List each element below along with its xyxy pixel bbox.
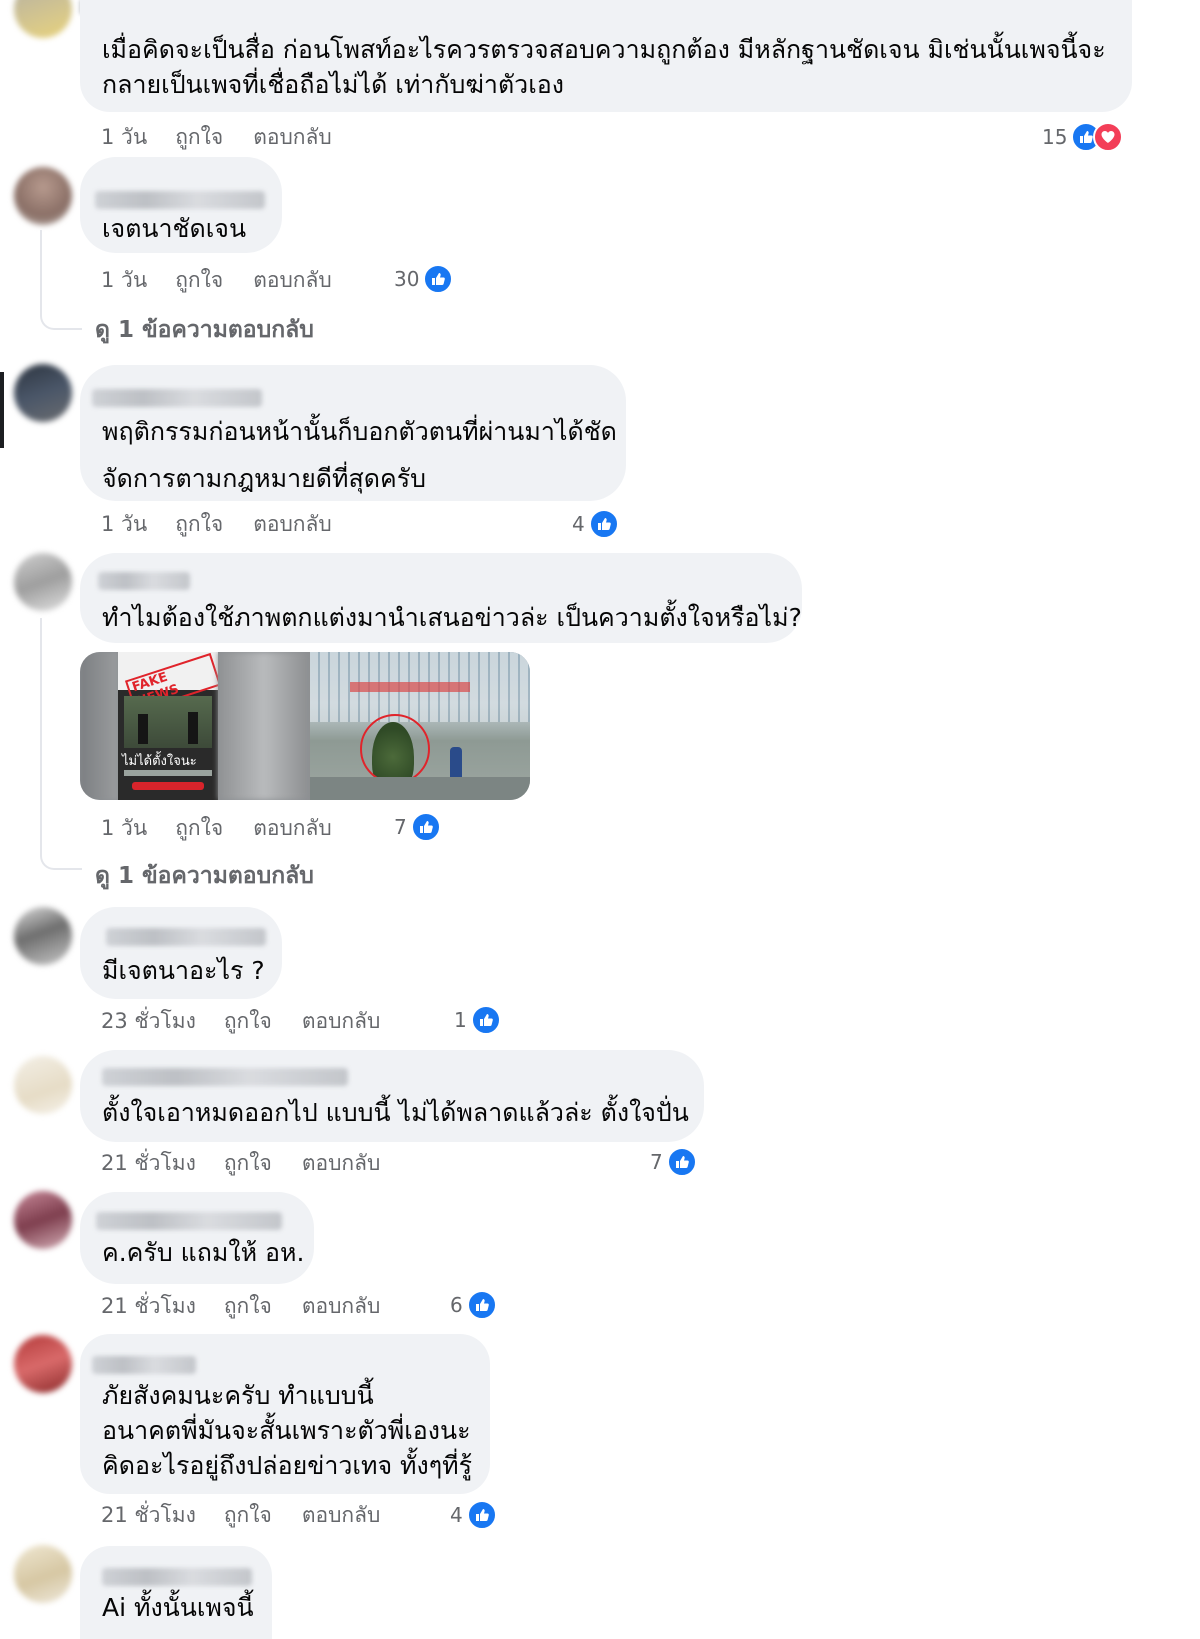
reaction-count: 7 <box>394 815 407 839</box>
like-button[interactable]: ถูกใจ <box>175 508 223 541</box>
blurred-author-name[interactable] <box>92 389 262 407</box>
comment-text: เมื่อคิดจะเป็นสื่อ ก่อนโพสท์อะไรควรตรวจส… <box>102 35 1106 99</box>
comment-text: ค.ครับ แถมให้ อห. <box>102 1238 305 1267</box>
blurred-author-name[interactable] <box>98 572 190 590</box>
avatar[interactable] <box>14 907 72 965</box>
poster-caption: ไม่ได้ตั้งใจนะ <box>122 754 197 769</box>
reply-button[interactable]: ตอบกลับ <box>302 1147 381 1180</box>
blurred-author-name[interactable] <box>95 191 265 209</box>
reaction-summary[interactable]: 7 <box>650 1147 697 1177</box>
reaction-summary[interactable]: 7 <box>394 812 441 842</box>
like-icon <box>470 1005 501 1035</box>
reply-button[interactable]: ตอบกลับ <box>302 1290 381 1323</box>
love-icon <box>1093 122 1124 152</box>
like-icon <box>410 812 441 842</box>
reaction-count: 6 <box>450 1293 463 1317</box>
comment-text: ตั้งใจเอาหมดออกไป แบบนี้ ไม่ได้พลาดแล้วล… <box>102 1098 689 1127</box>
reaction-count: 4 <box>572 512 585 536</box>
timestamp[interactable]: 21 ชั่วโมง <box>101 1147 196 1180</box>
comment-text: ภัยสังคมนะครับ ทำแบบนี้ อนาคตพี่มันจะสั้… <box>102 1381 473 1480</box>
comment-meta: 1 วัน ถูกใจ ตอบกลับ <box>101 122 362 152</box>
blurred-author-name[interactable] <box>92 1356 196 1374</box>
reaction-summary[interactable]: 4 <box>572 509 619 539</box>
avatar[interactable] <box>14 0 72 38</box>
like-button[interactable]: ถูกใจ <box>175 812 223 845</box>
timestamp[interactable]: 21 ชั่วโมง <box>101 1290 196 1323</box>
avatar[interactable] <box>14 364 72 422</box>
avatar[interactable] <box>14 553 72 611</box>
view-replies-link[interactable]: ดู 1 ข้อความตอบกลับ <box>95 858 314 894</box>
reaction-count: 4 <box>450 1503 463 1527</box>
reply-button[interactable]: ตอบกลับ <box>302 1005 381 1038</box>
avatar[interactable] <box>14 167 72 225</box>
reaction-count: 1 <box>454 1008 467 1032</box>
timestamp[interactable]: 1 วัน <box>101 508 147 541</box>
view-replies-link[interactable]: ดู 1 ข้อความตอบกลับ <box>95 312 314 348</box>
avatar[interactable] <box>14 1545 72 1603</box>
comment-meta: 1 วัน ถูกใจ ตอบกลับ <box>101 265 362 295</box>
like-button[interactable]: ถูกใจ <box>224 1290 272 1323</box>
timestamp[interactable]: 1 วัน <box>101 121 147 154</box>
timestamp[interactable]: 1 วัน <box>101 264 147 297</box>
reply-thread-line <box>40 230 82 330</box>
comment-text: พฤติกรรมก่อนหน้านั้นก็บอกตัวตนที่ผ่านมาไ… <box>102 417 617 493</box>
like-icon <box>466 1500 497 1530</box>
like-button[interactable]: ถูกใจ <box>224 1499 272 1532</box>
timestamp[interactable]: 1 วัน <box>101 812 147 845</box>
street-photo <box>310 652 530 800</box>
comment-meta: 1 วัน ถูกใจ ตอบกลับ <box>101 509 362 539</box>
reaction-count: 30 <box>394 267 420 291</box>
like-icon <box>666 1147 697 1177</box>
comment-meta: 21 ชั่วโมง ถูกใจ ตอบกลับ <box>101 1148 410 1178</box>
fake-news-poster: FAKE NEWS ไม่ได้ตั้งใจนะ <box>118 652 218 800</box>
reply-button[interactable]: ตอบกลับ <box>253 812 332 845</box>
comment-meta: 23 ชั่วโมง ถูกใจ ตอบกลับ <box>101 1006 410 1036</box>
blurred-author-name[interactable] <box>106 928 266 946</box>
reaction-summary[interactable]: 1 <box>454 1005 501 1035</box>
like-icon <box>423 264 454 294</box>
reply-button[interactable]: ตอบกลับ <box>302 1499 381 1532</box>
reply-thread-line <box>40 618 82 870</box>
image-left-blur-panel <box>80 652 118 800</box>
comment-text: เจตนาชัดเจน <box>102 214 247 243</box>
comment-meta: 21 ชั่วโมง ถูกใจ ตอบกลับ <box>101 1291 410 1321</box>
comment-text: ทำไมต้องใช้ภาพตกแต่งมานำเสนอข่าวล่ะ เป็น… <box>102 603 802 632</box>
avatar[interactable] <box>14 1335 72 1393</box>
reply-button[interactable]: ตอบกลับ <box>253 264 332 297</box>
reaction-summary[interactable]: 4 <box>450 1500 497 1530</box>
blurred-author-name[interactable] <box>96 1212 282 1230</box>
reaction-summary[interactable]: 30 <box>394 264 454 294</box>
like-button[interactable]: ถูกใจ <box>224 1147 272 1180</box>
reaction-count: 15 <box>1042 125 1068 149</box>
timestamp[interactable]: 23 ชั่วโมง <box>101 1005 196 1038</box>
blurred-author-name[interactable] <box>102 1068 348 1086</box>
like-button[interactable]: ถูกใจ <box>224 1005 272 1038</box>
avatar[interactable] <box>14 1056 72 1114</box>
reaction-count: 7 <box>650 1150 663 1174</box>
reply-button[interactable]: ตอบกลับ <box>253 508 332 541</box>
like-button[interactable]: ถูกใจ <box>175 264 223 297</box>
comment-text: Ai ทั้งนั้นเพจนี้ <box>102 1593 254 1622</box>
avatar[interactable] <box>14 1191 72 1249</box>
like-button[interactable]: ถูกใจ <box>175 121 223 154</box>
reply-button[interactable]: ตอบกลับ <box>253 121 332 154</box>
reaction-summary[interactable]: 6 <box>450 1290 497 1320</box>
reaction-summary[interactable]: 15 <box>1042 122 1124 152</box>
attached-image[interactable]: FAKE NEWS ไม่ได้ตั้งใจนะ <box>80 652 530 800</box>
like-icon <box>588 509 619 539</box>
comment-meta: 21 ชั่วโมง ถูกใจ ตอบกลับ <box>101 1500 410 1530</box>
timestamp[interactable]: 21 ชั่วโมง <box>101 1499 196 1532</box>
blurred-author-name[interactable] <box>102 1568 252 1586</box>
like-icon <box>466 1290 497 1320</box>
comment-meta: 1 วัน ถูกใจ ตอบกลับ <box>101 813 362 843</box>
comment-text: มีเจตนาอะไร ? <box>102 956 265 985</box>
image-mid-blur-panel <box>218 652 310 800</box>
left-edge-mark <box>0 372 4 448</box>
